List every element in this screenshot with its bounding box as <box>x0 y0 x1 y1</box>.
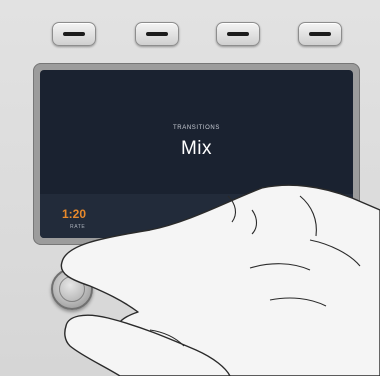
thumb <box>64 314 231 376</box>
rate-label: RATE <box>70 224 86 230</box>
button-indicator <box>146 32 168 36</box>
button-indicator <box>309 32 331 36</box>
button-indicator <box>63 32 85 36</box>
button-indicator <box>227 32 249 36</box>
lcd-screen: TRANSITIONS Mix 1:20 RATE <box>40 70 353 238</box>
soft-button-4[interactable] <box>298 22 342 46</box>
finger-crease <box>269 297 327 307</box>
parameter-knob[interactable] <box>138 268 180 310</box>
soft-button-1[interactable] <box>52 22 96 46</box>
menu-category: TRANSITIONS <box>173 125 220 131</box>
control-panel: TRANSITIONS Mix 1:20 RATE <box>0 0 380 376</box>
thumb-crease <box>149 329 185 347</box>
soft-button-2[interactable] <box>135 22 179 46</box>
menu-title: Mix <box>180 138 213 159</box>
finger-crease <box>249 263 311 271</box>
rate-value: 1:20 <box>62 207 87 221</box>
rate-knob[interactable] <box>51 268 93 310</box>
parameter-bar: 1:20 RATE <box>40 194 353 238</box>
soft-button-3[interactable] <box>216 22 260 46</box>
